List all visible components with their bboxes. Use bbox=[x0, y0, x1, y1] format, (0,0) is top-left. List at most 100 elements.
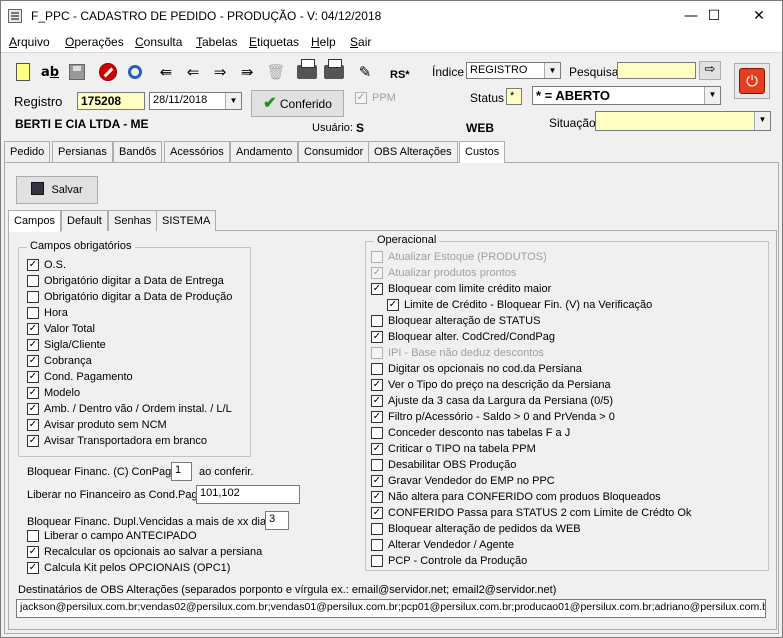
checkbox-item[interactable]: ✓ Avisar produto sem NCM bbox=[27, 417, 167, 433]
checkbox-item[interactable]: ✓ Não altera para CONFERIDO com produos B… bbox=[371, 489, 661, 505]
save-toolbar-button[interactable] bbox=[65, 59, 89, 85]
search-go-button[interactable]: ⇨ bbox=[699, 61, 721, 80]
tab-persianas[interactable]: Persianas bbox=[52, 141, 113, 162]
checkbox-item[interactable]: ✓ Ajuste da 3 casa da Largura da Persiana… bbox=[371, 393, 613, 409]
checkbox-item[interactable]: ✓ Calcula Kit pelos OPCIONAIS (OPC1) bbox=[27, 560, 230, 576]
chevron-down-icon[interactable]: ▼ bbox=[704, 87, 720, 104]
situacao-select[interactable]: ▼ bbox=[595, 111, 771, 131]
checkbox-item[interactable]: IPI - Base não deduz descontos bbox=[371, 345, 544, 361]
checkbox-item[interactable]: ✓ O.S. bbox=[27, 257, 66, 273]
checkbox-item[interactable]: ✓ CONFERIDO Passa para STATUS 2 com Limit… bbox=[371, 505, 691, 521]
indice-select[interactable]: REGISTRO ▼ bbox=[466, 62, 561, 79]
checkbox-item[interactable]: Obrigatório digitar a Data de Produção bbox=[27, 289, 232, 305]
chevron-down-icon[interactable]: ▼ bbox=[754, 112, 770, 130]
pesquisa-input[interactable] bbox=[617, 62, 696, 79]
tab-pedido[interactable]: Pedido bbox=[4, 141, 51, 162]
dupl-vencidas-field[interactable]: 3 bbox=[265, 511, 289, 530]
search-button[interactable] bbox=[123, 59, 147, 85]
first-record-button[interactable]: ⇚ bbox=[154, 59, 178, 85]
checkbox-item[interactable]: ✓ Gravar Vendedor do EMP no PPC bbox=[371, 473, 555, 489]
checkbox-item[interactable]: ✓ Cond. Pagamento bbox=[27, 369, 133, 385]
liberar-financeiro-field[interactable]: 101,102 bbox=[196, 485, 300, 504]
menu-tabelas[interactable]: Tabelas bbox=[196, 35, 237, 49]
tab-default[interactable]: Default bbox=[61, 210, 108, 231]
tab-acessorios[interactable]: Acessórios bbox=[164, 141, 230, 162]
ppm-checkbox[interactable]: ✓ PPM bbox=[355, 90, 396, 106]
close-button[interactable]: ✕ bbox=[736, 1, 782, 32]
registro-field[interactable]: 175208 bbox=[77, 92, 145, 110]
edit-sign-button[interactable]: ✎ bbox=[353, 59, 377, 85]
checkbox-item[interactable]: ✓ Bloquear com limite crédito maior bbox=[371, 281, 551, 297]
print-preview-icon bbox=[324, 59, 344, 79]
checkbox-label: Avisar produto sem NCM bbox=[44, 419, 167, 431]
unchecked-box-icon bbox=[27, 530, 39, 542]
checkbox-item[interactable]: ✓ Sigla/Cliente bbox=[27, 337, 106, 353]
menu-arquivo[interactable]: Arquivo bbox=[9, 35, 50, 49]
delete-button[interactable]: 🗑 bbox=[264, 59, 288, 85]
tab-campos[interactable]: Campos bbox=[8, 210, 61, 232]
checkbox-item[interactable]: Obrigatório digitar a Data de Entrega bbox=[27, 273, 224, 289]
checkbox-item[interactable]: ✓ Modelo bbox=[27, 385, 80, 401]
checkbox-item[interactable]: Alterar Vendedor / Agente bbox=[371, 537, 514, 553]
destinatarios-field[interactable]: jackson@persilux.com.br;vendas02@persilu… bbox=[16, 599, 766, 618]
checkbox-label: Cobrança bbox=[44, 355, 92, 367]
menu-etiquetas[interactable]: Etiquetas bbox=[249, 35, 299, 49]
checkbox-item[interactable]: Bloquear alteração de STATUS bbox=[371, 313, 540, 329]
menu-consulta[interactable]: Consulta bbox=[135, 35, 182, 49]
print-preview-button[interactable] bbox=[322, 59, 346, 85]
checkbox-item[interactable]: ✓ Criticar o TIPO na tabela PPM bbox=[371, 441, 536, 457]
maximize-button[interactable]: ☐ bbox=[691, 1, 737, 32]
checkbox-item[interactable]: Bloquear alteração de pedidos da WEB bbox=[371, 521, 581, 537]
spellcheck-button[interactable]: ab bbox=[38, 59, 62, 85]
checkbox-label: Criticar o TIPO na tabela PPM bbox=[388, 443, 536, 455]
next-record-button[interactable]: ⇒ bbox=[208, 59, 232, 85]
new-document-button[interactable] bbox=[11, 59, 35, 85]
checkbox-item[interactable]: ✓ Filtro p/Acessório - Saldo > 0 and PrVe… bbox=[371, 409, 615, 425]
chevron-down-icon[interactable]: ▼ bbox=[544, 63, 560, 78]
checkbox-item[interactable]: Atualizar Estoque (PRODUTOS) bbox=[371, 249, 547, 265]
checkbox-item[interactable]: Liberar o campo ANTECIPADO bbox=[27, 528, 197, 544]
tab-obs-alteracoes[interactable]: OBS Alterações bbox=[368, 141, 458, 162]
tab-custos[interactable]: Custos bbox=[459, 141, 506, 163]
checkbox-item[interactable]: Hora bbox=[27, 305, 68, 321]
bloquear-conpag-field[interactable]: 1 bbox=[171, 462, 192, 481]
tab-sistema[interactable]: SISTEMA bbox=[156, 210, 217, 231]
status-code-field[interactable]: * bbox=[506, 88, 522, 105]
checkbox-item[interactable]: ✓ Recalcular os opcionais ao salvar a per… bbox=[27, 544, 262, 560]
power-button[interactable]: ⏻ bbox=[739, 68, 765, 94]
menu-operacoes[interactable]: Operações bbox=[65, 35, 124, 49]
checkbox-item[interactable]: ✓ Cobrança bbox=[27, 353, 92, 369]
checkbox-item[interactable]: ✓ Valor Total bbox=[27, 321, 95, 337]
checkbox-item[interactable]: ✓ Atualizar produtos prontos bbox=[371, 265, 516, 281]
menu-help[interactable]: Help bbox=[311, 35, 336, 49]
checkbox-item[interactable]: ✓ Avisar Transportadora em branco bbox=[27, 433, 207, 449]
checked-box-icon: ✓ bbox=[387, 299, 399, 311]
checkbox-item[interactable]: ✓ Bloquear alter. CodCred/CondPag bbox=[371, 329, 555, 345]
last-record-button[interactable]: ⇛ bbox=[235, 59, 259, 85]
tab-andamento[interactable]: Andamento bbox=[230, 141, 299, 162]
application-window: F_PPC - CADASTRO DE PEDIDO - PRODUÇÃO - … bbox=[0, 0, 783, 638]
checkbox-item[interactable]: ✓ Amb. / Dentro vão / Ordem instal. / L/L bbox=[27, 401, 232, 417]
checkbox-item[interactable]: PCP - Controle da Produção bbox=[371, 553, 527, 569]
salvar-button[interactable]: Salvar bbox=[16, 176, 98, 204]
status-select[interactable]: * = ABERTO ▼ bbox=[532, 86, 721, 105]
tab-senhas[interactable]: Senhas bbox=[108, 210, 158, 231]
checkbox-item[interactable]: ✓ Limite de Crédito - Bloquear Fin. (V) n… bbox=[387, 297, 652, 313]
checkbox-label: Sigla/Cliente bbox=[44, 339, 106, 351]
save-disk-icon bbox=[31, 182, 45, 195]
print-button[interactable] bbox=[295, 59, 319, 85]
checkbox-label: Valor Total bbox=[44, 323, 95, 335]
conferido-button[interactable]: ✔ Conferido bbox=[251, 90, 344, 117]
checkbox-item[interactable]: Digitar os opcionais no cod.da Persiana bbox=[371, 361, 582, 377]
tab-consumidor[interactable]: Consumidor bbox=[298, 141, 370, 162]
date-field[interactable]: 28/11/2018 ▼ bbox=[149, 92, 242, 110]
checkbox-item[interactable]: ✓ Ver o Tipo do preço na descrição da Per… bbox=[371, 377, 611, 393]
checkbox-item[interactable]: Conceder desconto nas tabelas F a J bbox=[371, 425, 570, 441]
tab-bandos[interactable]: Bandôs bbox=[113, 141, 163, 162]
cancel-button[interactable] bbox=[96, 59, 120, 85]
menu-sair[interactable]: Sair bbox=[350, 35, 371, 49]
calendar-dropdown-icon[interactable]: ▼ bbox=[225, 93, 241, 109]
checkbox-item[interactable]: Desabilitar OBS Produção bbox=[371, 457, 516, 473]
previous-record-button[interactable]: ⇐ bbox=[181, 59, 205, 85]
window-title: F_PPC - CADASTRO DE PEDIDO - PRODUÇÃO - … bbox=[31, 9, 382, 23]
